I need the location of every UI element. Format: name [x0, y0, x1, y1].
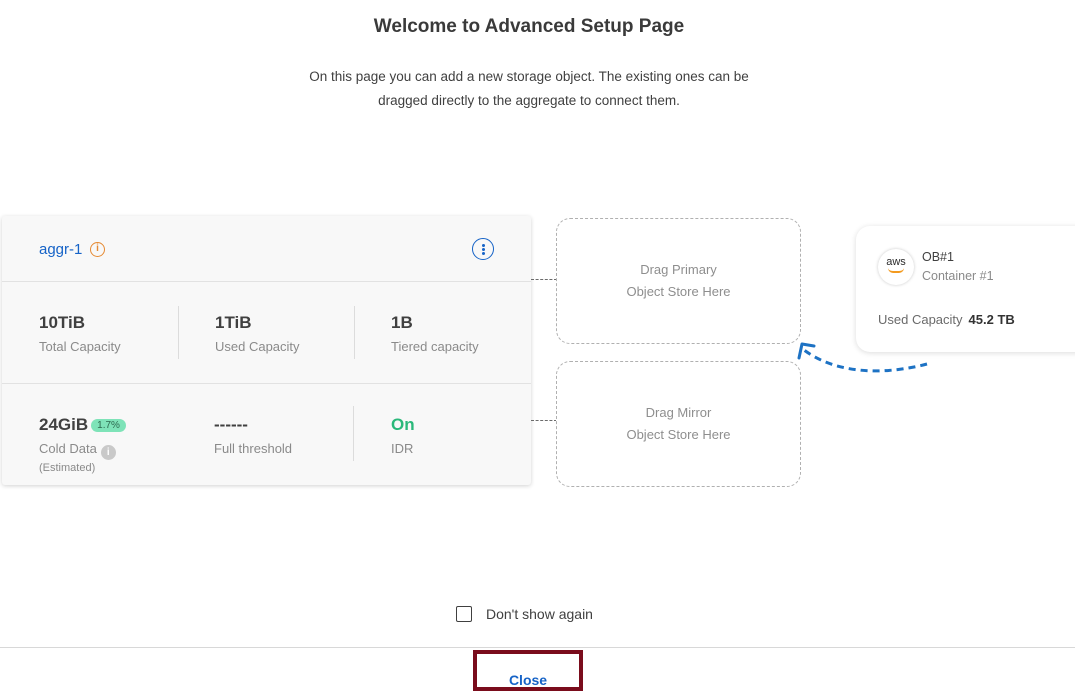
info-icon[interactable]: i: [90, 242, 105, 257]
object-store-used-capacity: Used Capacity 45.2 TB: [878, 312, 1015, 327]
aggregate-card: aggr-1 i 10TiB Total Capacity 1TiB Used …: [2, 216, 531, 485]
description-line-2: dragged directly to the aggregate to con…: [378, 93, 680, 108]
object-store-container: Container #1: [922, 269, 994, 283]
primary-connector-line: [531, 279, 557, 280]
cold-data-estimated-note: (Estimated): [39, 462, 96, 474]
total-capacity-label: Total Capacity: [39, 339, 121, 354]
used-capacity-label: Used Capacity: [878, 312, 963, 327]
aws-logo-icon: aws: [878, 249, 914, 285]
dont-show-again-checkbox[interactable]: [456, 606, 472, 622]
mirror-drop-line-2: Object Store Here: [626, 427, 731, 442]
full-threshold-label: Full threshold: [214, 441, 293, 456]
close-button[interactable]: Close: [473, 650, 583, 691]
used-capacity-label: Used Capacity: [215, 339, 300, 354]
full-threshold-stat: ------ Full threshold: [214, 415, 292, 456]
used-capacity-value: 45.2 TB: [968, 312, 1015, 327]
cold-data-info-icon[interactable]: i: [100, 445, 116, 460]
object-store-name: OB#1: [922, 250, 954, 264]
dont-show-again-option[interactable]: Don't show again: [456, 606, 593, 622]
column-divider: [178, 306, 179, 359]
row-divider: [2, 383, 531, 384]
primary-drop-line-1: Drag Primary: [640, 262, 717, 277]
primary-drop-line-2: Object Store Here: [626, 284, 731, 299]
aggregate-name-link[interactable]: aggr-1: [39, 241, 82, 258]
column-divider: [354, 306, 355, 359]
tiered-capacity-stat: 1B Tiered capacity: [391, 313, 479, 354]
dont-show-again-label: Don't show again: [486, 606, 593, 622]
idr-label: IDR: [391, 441, 414, 456]
full-threshold-value: ------: [214, 415, 248, 434]
mirror-object-store-drop-zone[interactable]: Drag Mirror Object Store Here: [556, 361, 801, 487]
idr-stat: On IDR: [391, 415, 415, 456]
cold-data-stat: 24GiB 1.7% Cold Data i (Estimated): [39, 415, 126, 474]
aggregate-header: aggr-1 i: [2, 216, 531, 282]
cold-data-percent-badge: 1.7%: [91, 419, 126, 432]
cold-data-label: Cold Data: [39, 441, 97, 456]
footer-divider: [0, 647, 1075, 648]
cold-data-value: 24GiB: [39, 415, 89, 434]
idr-value: On: [391, 415, 415, 434]
used-capacity-stat: 1TiB Used Capacity: [215, 313, 300, 354]
page-title: Welcome to Advanced Setup Page: [373, 16, 685, 37]
used-capacity-value: 1TiB: [215, 313, 252, 332]
tiered-capacity-value: 1B: [391, 313, 413, 332]
tiered-capacity-label: Tiered capacity: [391, 339, 479, 354]
total-capacity-stat: 10TiB Total Capacity: [39, 313, 121, 354]
page-description: On this page you can add a new storage o…: [279, 65, 779, 113]
object-store-card[interactable]: aws OB#1 Container #1 Used Capacity 45.2 …: [856, 226, 1075, 352]
mirror-connector-line: [531, 420, 557, 421]
total-capacity-value: 10TiB: [39, 313, 85, 332]
mirror-drop-line-1: Drag Mirror: [645, 405, 712, 420]
more-vertical-icon[interactable]: [472, 238, 494, 260]
column-divider: [353, 406, 354, 461]
primary-object-store-drop-zone[interactable]: Drag Primary Object Store Here: [556, 218, 801, 344]
description-line-1: On this page you can add a new storage o…: [309, 69, 749, 84]
